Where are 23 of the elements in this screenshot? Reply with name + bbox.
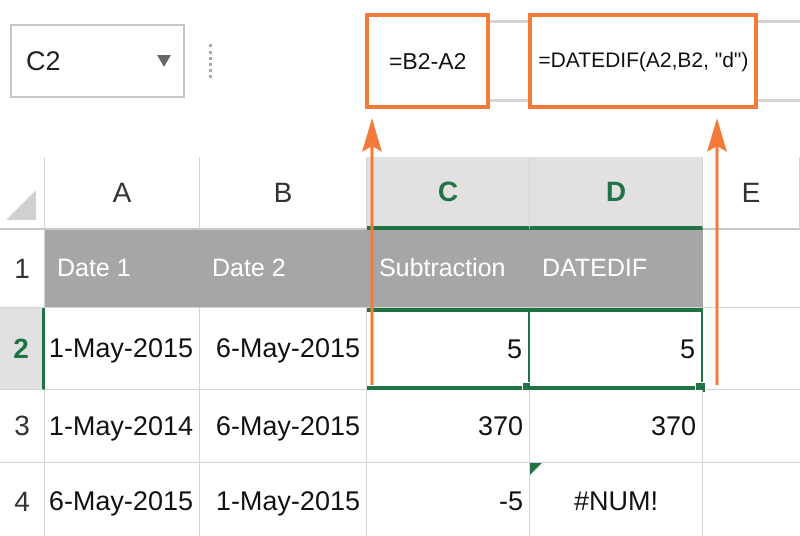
- cell-reference: C2: [26, 46, 61, 76]
- table-cell[interactable]: 370: [530, 390, 703, 463]
- column-header[interactable]: B: [200, 157, 367, 230]
- name-box[interactable]: C2: [10, 24, 185, 98]
- column-header[interactable]: A: [45, 157, 200, 230]
- table-cell[interactable]: 5: [530, 308, 703, 390]
- column-header[interactable]: C: [367, 157, 530, 230]
- row-header[interactable]: 2: [0, 308, 45, 390]
- formula-callout: =DATEDIF(A2,B2, "d"): [528, 13, 758, 109]
- table-cell[interactable]: #NUM!: [530, 463, 703, 536]
- table-cell[interactable]: 5: [367, 308, 530, 390]
- formula-callout: =B2-A2: [365, 13, 490, 109]
- table-cell[interactable]: 6-May-2015: [200, 308, 367, 390]
- table-cell[interactable]: 1-May-2015: [45, 308, 200, 390]
- column-header[interactable]: D: [530, 157, 703, 230]
- column-header[interactable]: E: [703, 157, 800, 230]
- dropdown-arrow-icon[interactable]: [157, 55, 171, 67]
- row-header[interactable]: 3: [0, 390, 45, 463]
- grip-icon: [209, 44, 212, 78]
- table-cell[interactable]: 370: [367, 390, 530, 463]
- table-cell[interactable]: 6-May-2015: [200, 390, 367, 463]
- table-cell[interactable]: 1-May-2014: [45, 390, 200, 463]
- row-header[interactable]: 1: [0, 230, 45, 308]
